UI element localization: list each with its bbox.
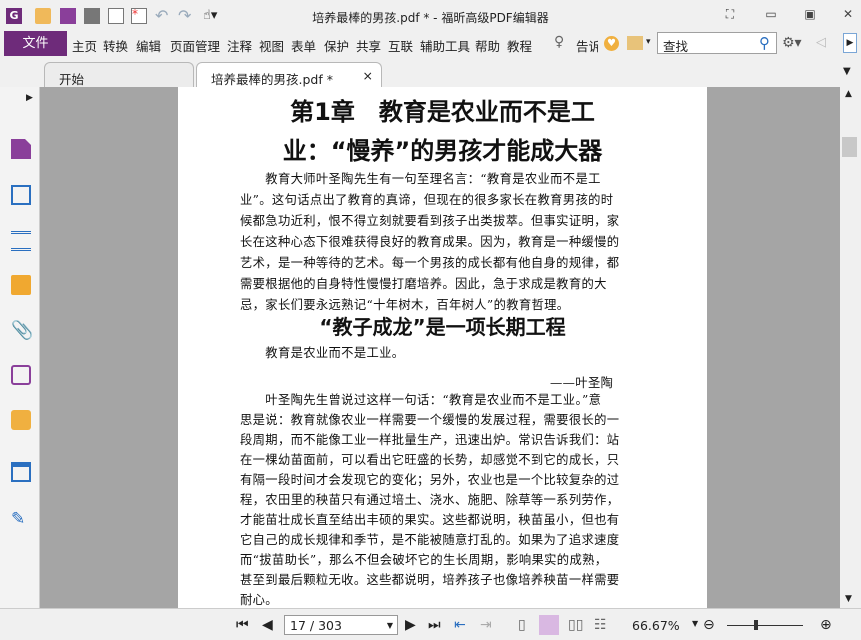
menu-page-management[interactable]: 页面管理 [170, 36, 220, 55]
text-line: 有隔一段时间才会发现它的变化；另外，农业也是一个比较复杂的过 [240, 473, 620, 487]
zoom-slider[interactable] [727, 625, 803, 626]
lock-icon[interactable] [11, 410, 31, 430]
fullscreen-icon[interactable]: ⛶ [723, 7, 737, 21]
menu-convert[interactable]: 转换 [103, 36, 128, 55]
text-line: 需要根据他的自身特性慢慢打磨培养。因此，急于求成是教育的大 [240, 277, 607, 291]
text-line: 长在这种心态下很难获得良好的教育成果。因为，教育是一种缓慢的 [240, 235, 620, 249]
text-line: 思是说：教育就像农业一样需要一个缓慢的发展过程，需要很长的一 [240, 413, 620, 427]
prev-page-icon[interactable]: ◀ [262, 617, 273, 633]
page-thumbnails-icon[interactable] [11, 139, 31, 159]
text-line: 甚至到最后颗粒无收。这些都说明，培养孩子也像培养秧苗一样需要 [240, 573, 620, 587]
page-number-input[interactable]: 17 / 303 ▼ [284, 615, 398, 635]
form-fields-icon[interactable] [11, 462, 31, 482]
layers-icon[interactable] [11, 231, 31, 251]
menu-comment[interactable]: 注释 [227, 36, 252, 55]
status-bar: ⏮ ◀ 17 / 303 ▼ ▶ ⏭ ⇤ ⇥ ▯ ▯▯ ☷ 66.67% ▼ ⊖ … [0, 608, 861, 640]
close-button[interactable]: ✕ [841, 7, 855, 21]
menu-home[interactable]: 主页 [72, 36, 97, 55]
maximize-button[interactable]: ▣ [803, 7, 817, 21]
file-menu[interactable]: 文件 [4, 31, 67, 56]
text-line: 叶圣陶先生曾说过这样一句话：“教育是农业而不是工业。”意 [240, 393, 602, 407]
continuous-facing-icon[interactable]: ☷ [594, 617, 607, 633]
tab-document[interactable]: 培养最棒的男孩.pdf * × [196, 62, 382, 87]
tell-me[interactable]: 告诉 [576, 36, 598, 55]
expand-panel-icon[interactable]: ▶ [26, 93, 33, 103]
previous-view-icon[interactable]: ⇤ [454, 617, 466, 633]
menu-tutorial[interactable]: 教程 [507, 36, 532, 55]
continuous-page-icon[interactable] [539, 615, 559, 635]
scroll-thumb[interactable] [842, 137, 857, 157]
page-number: 17 / 303 [290, 618, 342, 633]
lightbulb-icon: ♀ [554, 34, 565, 50]
pages-icon[interactable] [11, 185, 31, 205]
vertical-scrollbar[interactable]: ▲ ▼ [840, 87, 861, 608]
ribbon-menu: 文件 主页 转换 编辑 页面管理 注释 视图 表单 保护 共享 互联 辅助工具 … [0, 31, 861, 57]
menu-help[interactable]: 帮助 [475, 36, 500, 55]
signature-icon[interactable] [11, 365, 31, 385]
chapter-title-cont: 业：“慢养”的男孩才能成大器 [282, 137, 603, 165]
zoom-slider-thumb[interactable] [754, 620, 758, 630]
document-tabs: 开始 培养最棒的男孩.pdf * × ▼ [0, 60, 861, 87]
zoom-in-icon[interactable]: ⊕ [820, 617, 832, 633]
text-line: 耐心。 [240, 593, 278, 607]
text-line: 段周期，而不能像工业一样批量生产，迅速出炉。常识告诉我们：站 [240, 433, 620, 447]
certificate-icon[interactable]: ✎ [11, 509, 31, 529]
first-page-icon[interactable]: ⏮ [236, 617, 249, 633]
folder-search-icon[interactable] [627, 36, 643, 50]
section-heading: “教子成龙”是一项长期工程 [319, 315, 566, 339]
facing-page-icon[interactable]: ▯▯ [568, 617, 583, 633]
menu-edit[interactable]: 编辑 [136, 36, 161, 55]
scroll-down-icon[interactable]: ▼ [845, 594, 852, 604]
text-line: 才能苗壮成长直至结出丰硕的果实。这些都说明，秧苗虽小，但也有 [240, 513, 620, 527]
text-line: 而“拔苗助长”，那么不但会破坏它的生长周期，影响果实的成熟， [240, 553, 608, 567]
text-line: 候都急功近利，恨不得立刻就要看到孩子出类拔萃。但事实证明，家 [240, 214, 620, 228]
menu-connect[interactable]: 互联 [388, 36, 413, 55]
scroll-up-icon[interactable]: ▲ [845, 89, 852, 99]
quote: 教育是农业而不是工业。 [240, 346, 405, 360]
menu-accessibility[interactable]: 辅助工具 [420, 36, 470, 55]
heart-icon[interactable]: ♥ [604, 36, 619, 51]
zoom-dropdown-icon[interactable]: ▼ [692, 619, 698, 628]
title-bar: G * ↶ ↷ ☝▾ 培养最棒的男孩.pdf * - 福昕高级PDF编辑器 ⛶ … [0, 0, 861, 32]
chapter-title: 第1章 教育是农业而不是工 [290, 98, 595, 126]
tab-label: 开始 [59, 72, 85, 87]
document-view[interactable]: 第1章 教育是农业而不是工 业：“慢养”的男孩才能成大器 教育大师叶圣陶先生有一… [40, 87, 840, 608]
text-line: 它自己的成长规律和季节，是不能被随意打乱的。如果为了追求速度 [240, 533, 620, 547]
menu-protect[interactable]: 保护 [324, 36, 349, 55]
text-line: 艺术，是一种等待的艺术。每一个男孩的成长都有他自身的规律，都 [240, 256, 620, 270]
search-icon[interactable]: ⚲ [759, 34, 770, 52]
scroll-right-icon[interactable]: ▶ [843, 33, 857, 53]
tab-list-chevron-icon[interactable]: ▼ [843, 66, 851, 77]
scroll-left-icon[interactable]: ◁ [816, 35, 826, 50]
close-tab-icon[interactable]: × [363, 68, 373, 83]
text-line: 教育大师叶圣陶先生有一句至理名言：“教育是农业而不是工 [240, 172, 601, 186]
text-line: 程，农田里的秧苗只有通过培土、浇水、施肥、除草等一系列劳作， [240, 493, 620, 507]
gear-icon[interactable]: ⚙▾ [782, 35, 802, 51]
text-line: 在一棵幼苗面前，可以看出它旺盛的长势，却感觉不到它的成长，只 [240, 453, 620, 467]
menu-share[interactable]: 共享 [356, 36, 381, 55]
tab-start[interactable]: 开始 [44, 62, 194, 87]
menu-form[interactable]: 表单 [291, 36, 316, 55]
attachment-icon[interactable]: 📎 [11, 321, 33, 341]
zoom-level[interactable]: 66.67% [632, 618, 680, 633]
minimize-button[interactable]: ▭ [764, 7, 778, 21]
next-page-icon[interactable]: ▶ [405, 617, 416, 633]
text-line: 业”。这句话点出了教育的真谛，但现在的很多家长在教育男孩的时 [240, 193, 614, 207]
left-panel: ▶ 📎 ✎ [0, 87, 40, 608]
next-view-icon[interactable]: ⇥ [480, 617, 492, 633]
single-page-icon[interactable]: ▯ [518, 617, 526, 633]
comments-icon[interactable] [11, 275, 31, 295]
attribution: ——叶圣陶 [550, 376, 614, 390]
tab-label: 培养最棒的男孩.pdf * [211, 72, 333, 87]
menu-view[interactable]: 视图 [259, 36, 284, 55]
chevron-down-icon[interactable]: ▾ [646, 37, 651, 47]
last-page-icon[interactable]: ⏭ [428, 617, 441, 633]
zoom-out-icon[interactable]: ⊖ [703, 617, 715, 633]
pdf-page: 第1章 教育是农业而不是工 业：“慢养”的男孩才能成大器 教育大师叶圣陶先生有一… [178, 87, 707, 608]
